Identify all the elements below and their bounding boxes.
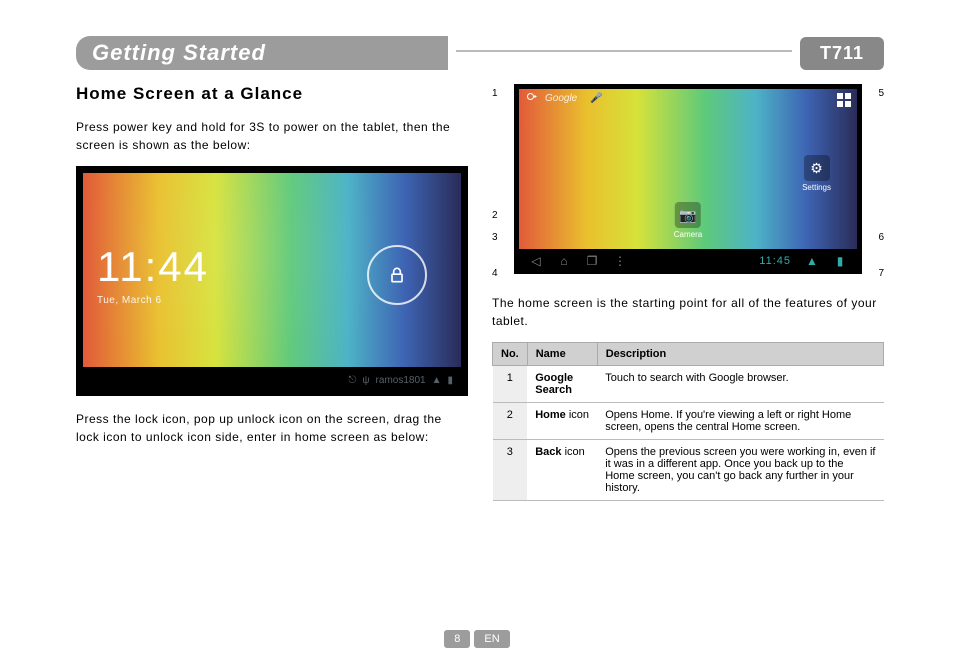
callout-7: 7 [878,268,884,279]
right-column: 1 2 3 4 5 6 7 Google 🎤 ⚙ Settings [492,84,884,626]
cell-desc: Opens the previous screen you were worki… [597,440,883,501]
intro-paragraph-1: Press power key and hold for 3S to power… [76,118,468,154]
status-user: ramos1801 [376,375,426,386]
mic-icon: 🎤 [589,91,603,105]
back-icon: ◁ [529,254,543,268]
homescreen-image: Google 🎤 ⚙ Settings 📷 Camera ◁ ⌂ ❐ ⋮ [514,84,862,274]
settings-label: Settings [802,183,831,192]
intro-paragraph-2: Press the lock icon, pop up unlock icon … [76,410,468,446]
cell-desc: Touch to search with Google browser. [597,366,883,403]
apps-grid-icon [837,93,851,107]
lock-icon [367,245,427,305]
page-header: Getting Started T711 [76,36,884,70]
recents-icon: ❐ [585,254,599,268]
callout-4: 4 [492,268,498,279]
callout-5: 5 [878,88,884,99]
battery-icon: ▮ [833,254,847,268]
section-title: Home Screen at a Glance [76,84,468,104]
table-row: 1Google SearchTouch to search with Googl… [493,366,884,403]
cell-name: Google Search [527,366,597,403]
cell-no: 3 [493,440,528,501]
cell-no: 2 [493,403,528,440]
android-icon: ⎋ [348,375,356,386]
th-name: Name [527,343,597,366]
header-rule [456,50,792,52]
th-desc: Description [597,343,883,366]
left-column: Home Screen at a Glance Press power key … [76,84,468,626]
cell-no: 1 [493,366,528,403]
th-no: No. [493,343,528,366]
cell-name: Back icon [527,440,597,501]
page-footer: 8 EN [0,630,954,648]
header-title: Getting Started [76,36,448,70]
gear-icon: ⚙ [804,155,830,181]
cell-desc: Opens Home. If you're viewing a left or … [597,403,883,440]
feature-table: No. Name Description 1Google SearchTouch… [492,342,884,501]
page-lang: EN [474,630,509,648]
battery-icon: ▮ [447,375,453,386]
home-icon: ⌂ [557,254,571,268]
callout-3: 3 [492,232,498,243]
camera-app-icon: 📷 Camera [674,202,702,239]
camera-label: Camera [674,230,702,239]
google-search-label: Google [545,93,577,104]
homescreen-navbar: ◁ ⌂ ❐ ⋮ 11:45 ▲ ▮ [519,251,857,271]
wifi-icon: ▲ [432,375,442,386]
usb-icon: ψ [362,375,369,386]
lockscreen-date: Tue, March 6 [97,295,209,306]
model-badge: T711 [800,37,884,70]
wifi-icon: ▲ [805,254,819,268]
google-plus-icon [525,91,539,105]
lockscreen-time: 11:44 [97,243,209,291]
table-row: 3Back iconOpens the previous screen you … [493,440,884,501]
homescreen-annotated: 1 2 3 4 5 6 7 Google 🎤 ⚙ Settings [492,84,884,284]
intro-paragraph-3: The home screen is the starting point fo… [492,294,884,330]
page-number: 8 [444,630,470,648]
menu-icon: ⋮ [613,254,627,268]
callout-6: 6 [878,232,884,243]
table-row: 2Home iconOpens Home. If you're viewing … [493,403,884,440]
settings-app-icon: ⚙ Settings [802,155,831,192]
callout-2: 2 [492,210,498,221]
homescreen-topbar: Google 🎤 [519,89,857,107]
lockscreen-image: 11:44 Tue, March 6 ⎋ ψ ramos1801 ▲ ▮ [76,166,468,396]
cell-name: Home icon [527,403,597,440]
lockscreen-statusbar: ⎋ ψ ramos1801 ▲ ▮ [83,369,461,391]
lockscreen-clock: 11:44 Tue, March 6 [97,243,209,306]
camera-icon: 📷 [675,202,701,228]
callout-1: 1 [492,88,498,99]
nav-clock: 11:45 [759,255,791,267]
